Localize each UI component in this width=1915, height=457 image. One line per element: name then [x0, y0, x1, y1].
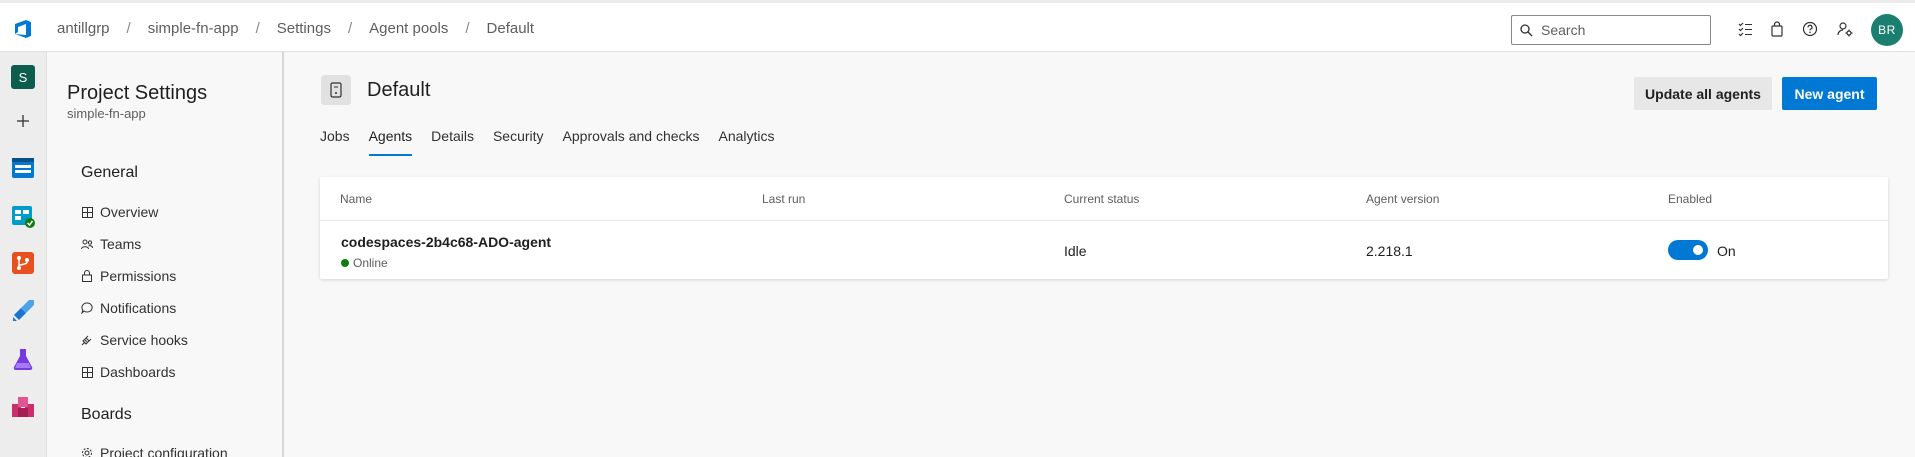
artifacts-icon[interactable]: [11, 395, 35, 419]
pipelines-icon[interactable]: [11, 299, 35, 323]
nav-item-label: Notifications: [100, 300, 177, 316]
marketplace-bag-icon[interactable]: [1768, 20, 1786, 38]
project-badge[interactable]: S: [11, 65, 35, 89]
avatar[interactable]: BR: [1871, 14, 1903, 46]
column-header-name[interactable]: Name: [340, 192, 372, 206]
nav-group-boards[interactable]: Boards: [81, 406, 132, 424]
lock-icon: [81, 270, 93, 282]
test-plans-icon[interactable]: [11, 347, 35, 371]
nav-item-label: Service hooks: [100, 332, 188, 348]
column-header-last-run[interactable]: Last run: [762, 192, 805, 206]
column-header-enabled[interactable]: Enabled: [1668, 192, 1712, 206]
top-bar: antillgrp / simple-fn-app / Settings / A…: [0, 0, 1915, 52]
column-header-current-status[interactable]: Current status: [1064, 192, 1139, 206]
breadcrumb-current[interactable]: Default: [487, 20, 535, 37]
settings-project-name: simple-fn-app: [67, 106, 146, 121]
header-divider: [320, 220, 1888, 221]
nav-item-label: Dashboards: [100, 364, 176, 380]
teams-icon: [81, 238, 93, 250]
update-all-agents-button[interactable]: Update all agents: [1634, 77, 1772, 110]
enabled-toggle[interactable]: [1668, 240, 1708, 260]
agent-current-status: Idle: [1064, 243, 1087, 259]
azure-devops-logo-icon[interactable]: [12, 18, 34, 40]
nav-item-teams[interactable]: Teams: [81, 236, 141, 252]
breadcrumb-separator: /: [465, 20, 470, 37]
nav-item-permissions[interactable]: Permissions: [81, 268, 176, 284]
left-rail: S: [0, 52, 47, 457]
nav-item-label: Teams: [100, 236, 142, 252]
nav-item-dashboards[interactable]: Dashboards: [81, 364, 176, 380]
settings-nav: Project Settings simple-fn-app General O…: [48, 52, 284, 457]
pool-tabs: Jobs Agents Details Security Approvals a…: [320, 128, 794, 156]
breadcrumb-settings[interactable]: Settings: [277, 20, 331, 37]
agent-name[interactable]: codespaces-2b4c68-ADO-agent: [341, 234, 551, 250]
tab-security[interactable]: Security: [493, 128, 544, 156]
enabled-toggle-label: On: [1717, 243, 1736, 259]
boards-icon[interactable]: [11, 204, 35, 228]
nav-group-general[interactable]: General: [81, 164, 138, 182]
online-dot-icon: [341, 259, 349, 267]
breadcrumb-separator: /: [347, 20, 353, 37]
search-box[interactable]: [1511, 15, 1711, 45]
breadcrumb: antillgrp / simple-fn-app / Settings / A…: [57, 20, 534, 37]
breadcrumb-separator: /: [126, 20, 131, 37]
dashboard-grid-icon: [81, 366, 93, 378]
new-agent-button[interactable]: New agent: [1782, 77, 1877, 110]
breadcrumb-separator: /: [255, 20, 260, 37]
page-title: Default: [367, 79, 431, 101]
agent-online-status: Online: [341, 256, 388, 270]
settings-title: Project Settings: [67, 82, 208, 104]
nav-item-label: Overview: [100, 204, 159, 220]
help-icon[interactable]: [1801, 20, 1819, 38]
online-label: Online: [353, 256, 388, 270]
plug-icon: [81, 334, 93, 346]
tab-jobs[interactable]: Jobs: [320, 128, 350, 156]
work-items-icon[interactable]: [1736, 20, 1754, 38]
search-input[interactable]: [1541, 22, 1701, 38]
overview-icon[interactable]: [11, 156, 35, 180]
overview-grid-icon: [81, 206, 93, 218]
agent-pool-icon: [321, 75, 351, 105]
agent-version: 2.218.1: [1366, 243, 1413, 259]
agents-table: Name Last run Current status Agent versi…: [320, 177, 1888, 279]
nav-item-label: Permissions: [100, 268, 177, 284]
nav-item-overview[interactable]: Overview: [81, 204, 158, 220]
nav-item-notifications[interactable]: Notifications: [81, 300, 176, 316]
nav-item-label: Project configuration: [100, 445, 228, 457]
repos-icon[interactable]: [11, 251, 35, 275]
nav-item-project-configuration[interactable]: Project configuration: [81, 445, 228, 457]
breadcrumb-org[interactable]: antillgrp: [57, 20, 110, 37]
column-header-agent-version[interactable]: Agent version: [1366, 192, 1439, 206]
chat-bubble-icon: [81, 302, 93, 314]
search-icon: [1520, 23, 1533, 36]
tab-approvals-and-checks[interactable]: Approvals and checks: [563, 128, 700, 156]
breadcrumb-agent-pools[interactable]: Agent pools: [369, 20, 448, 37]
gear-icon: [81, 447, 93, 457]
nav-item-service-hooks[interactable]: Service hooks: [81, 332, 188, 348]
user-settings-icon[interactable]: [1836, 20, 1854, 38]
tab-details[interactable]: Details: [431, 128, 474, 156]
tab-analytics[interactable]: Analytics: [719, 128, 775, 156]
breadcrumb-project[interactable]: simple-fn-app: [148, 20, 239, 37]
tab-agents[interactable]: Agents: [368, 128, 412, 156]
add-icon[interactable]: [11, 109, 35, 133]
